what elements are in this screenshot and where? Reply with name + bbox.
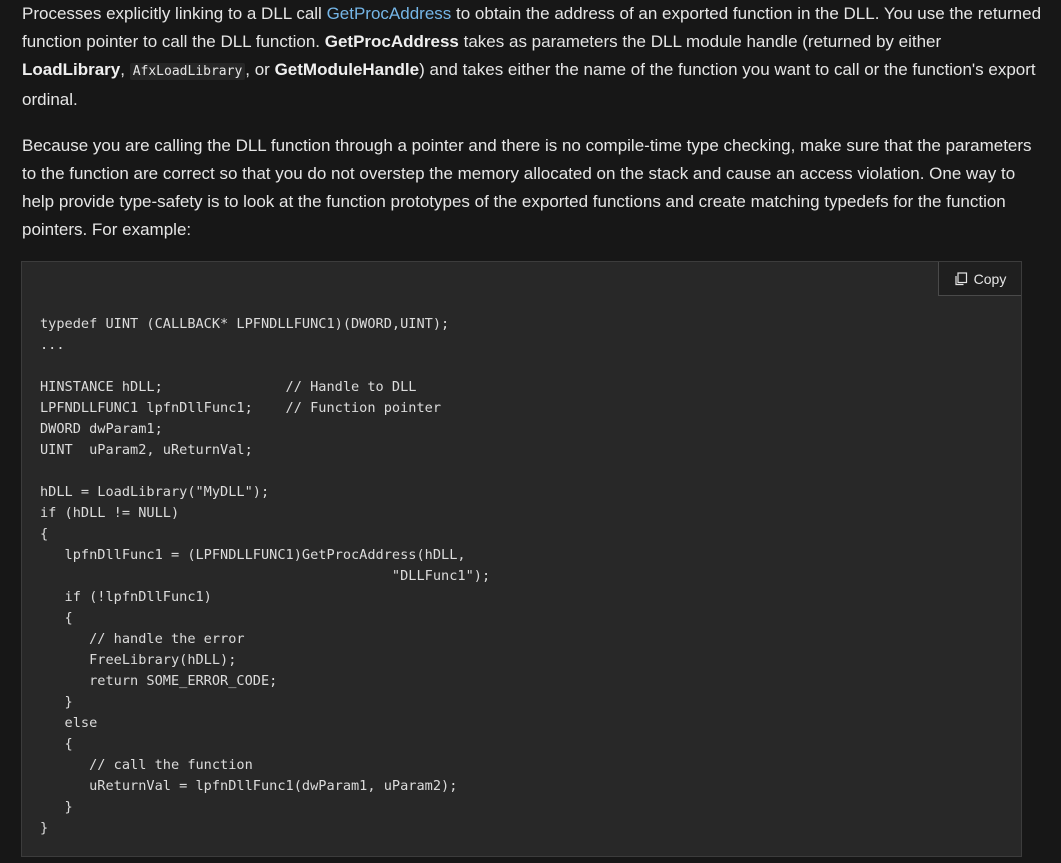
getmodulehandle-strong: GetModuleHandle: [274, 60, 420, 79]
copy-icon: [954, 271, 968, 286]
getprocaddress-link[interactable]: GetProcAddress: [327, 4, 452, 23]
getprocaddress-strong: GetProcAddress: [324, 32, 459, 51]
para1-text-5: , or: [245, 60, 275, 79]
loadlibrary-strong: LoadLibrary: [22, 60, 121, 79]
para1-text-4: ,: [120, 60, 130, 79]
copy-label: Copy: [973, 270, 1007, 287]
para1-text-1: Processes explicitly linking to a DLL ca…: [22, 4, 327, 23]
afxloadlibrary-code: AfxLoadLibrary: [129, 63, 246, 80]
copy-button[interactable]: Copy: [938, 262, 1021, 296]
paragraph-type-safety: Because you are calling the DLL function…: [22, 136, 1032, 239]
code-content[interactable]: typedef UINT (CALLBACK* LPFNDLLFUNC1)(DW…: [40, 314, 490, 839]
code-block: Copy typedef UINT (CALLBACK* LPFNDLLFUNC…: [21, 261, 1022, 857]
para1-text-3: takes as parameters the DLL module handl…: [458, 32, 942, 51]
paragraph-getprocaddress: Processes explicitly linking to a DLL ca…: [22, 0, 1042, 114]
